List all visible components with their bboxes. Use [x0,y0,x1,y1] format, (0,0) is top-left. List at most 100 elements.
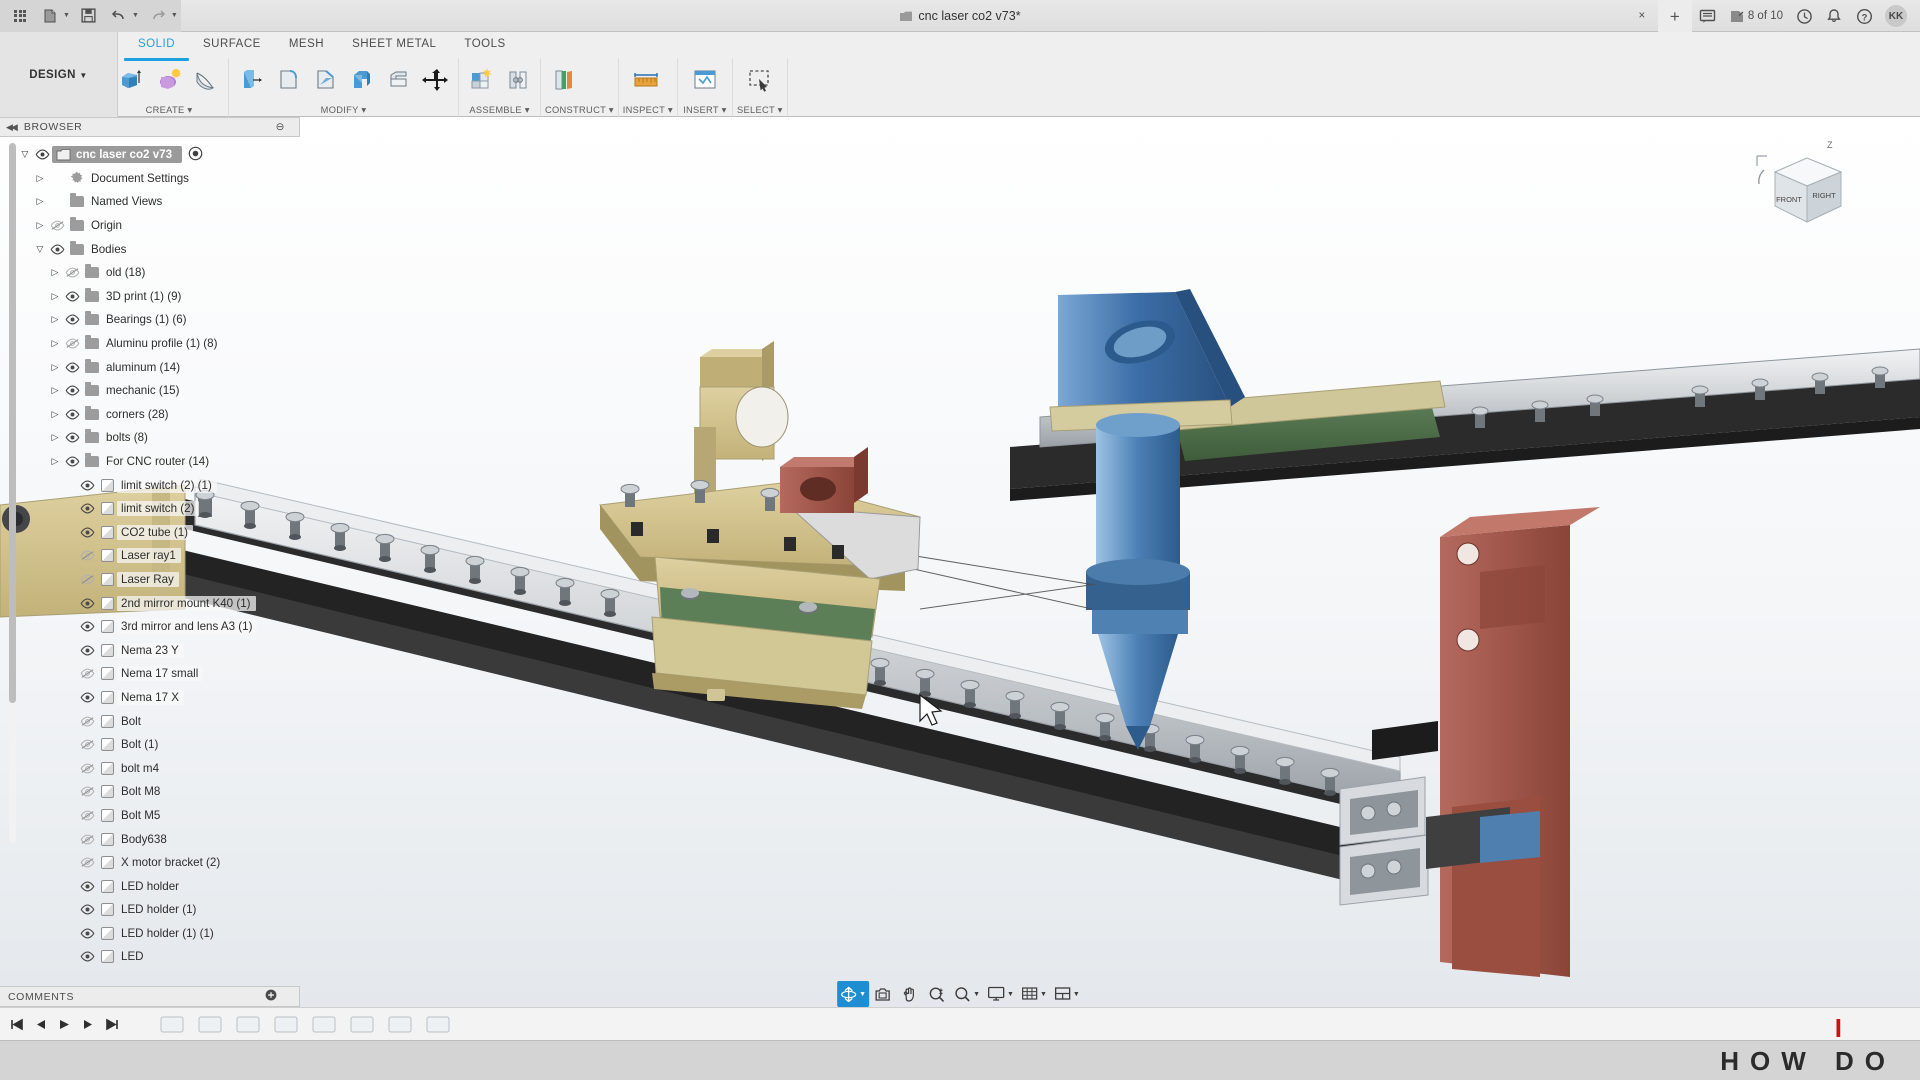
save-icon[interactable] [75,3,103,29]
redo-dropdown-caret[interactable]: ▼ [171,12,181,19]
view-cube[interactable]: Z FRONT RIGHT [1745,132,1865,242]
expand-arrow[interactable]: ▷ [48,267,62,278]
visibility-toggle-icon[interactable] [47,220,67,231]
measure-icon[interactable] [623,60,669,100]
tree-item-led-holder[interactable]: LED holder [0,874,300,898]
tab-solid[interactable]: SOLID [124,34,190,61]
visibility-toggle-icon[interactable] [77,951,97,962]
fillet-icon[interactable] [270,60,306,100]
tab-mesh[interactable]: MESH [275,34,338,61]
tab-surface[interactable]: SURFACE [189,34,275,61]
look-at-tool[interactable] [870,981,896,1007]
root-component[interactable]: cnc laser co2 v73 [52,146,183,164]
tree-item-named-views[interactable]: ▷ Named Views [0,190,300,214]
tab-tools[interactable]: TOOLS [450,34,519,61]
display-settings-tool[interactable]: ▼ [984,981,1017,1007]
file-dropdown-caret[interactable]: ▼ [63,12,73,19]
visibility-toggle-icon[interactable] [77,739,97,750]
tree-item-bolts-8[interactable]: ▷ bolts (8) [0,426,300,450]
tree-item-document-settings[interactable]: ▷ Document Settings [0,167,300,191]
tree-item-bodies[interactable]: ▷ Bodies [0,237,300,261]
visibility-toggle-icon[interactable] [62,267,82,278]
joint-icon[interactable] [500,60,536,100]
panel-construct-label[interactable]: CONSTRUCT ▾ [545,103,614,117]
visibility-toggle-icon[interactable] [77,810,97,821]
root-expand-arrow[interactable]: ▷ [20,148,31,162]
tree-item-bolt-m5[interactable]: Bolt M5 [0,804,300,828]
step-back-icon[interactable] [29,1013,51,1035]
help-icon[interactable]: ? [1850,2,1878,30]
chamfer-icon[interactable] [307,60,343,100]
expand-arrow[interactable]: ▷ [33,173,47,184]
visibility-toggle-icon[interactable] [77,621,97,632]
panel-select-label[interactable]: SELECT ▾ [737,103,783,117]
tab-sheet-metal[interactable]: SHEET METAL [338,34,450,61]
comments-bar[interactable]: COMMENTS [0,986,300,1007]
grid-snaps-tool[interactable]: ▼ [1018,981,1050,1007]
tree-item-bolt-m4[interactable]: bolt m4 [0,756,300,780]
browser-minimize-icon[interactable]: ⊖ [276,121,299,133]
viewports-tool[interactable]: ▼ [1051,981,1083,1007]
comment-icon[interactable] [1694,2,1722,30]
tree-item-co2-tube-1[interactable]: CO2 tube (1) [0,521,300,545]
visibility-toggle-icon[interactable] [77,857,97,868]
panel-create-label[interactable]: CREATE ▾ [114,103,224,117]
tree-item-laser-ray1[interactable]: Laser ray1 [0,544,300,568]
tree-root-row[interactable]: ▷ cnc laser co2 v73 [0,143,300,167]
play-icon[interactable] [53,1013,75,1035]
grid-caret[interactable]: ▼ [1040,991,1047,998]
bell-icon[interactable] [1820,2,1848,30]
panel-insert-label[interactable]: INSERT ▾ [682,103,728,117]
tree-item-nema-17-small[interactable]: Nema 17 small [0,662,300,686]
collapse-icon[interactable]: ◀◀ [6,122,18,133]
tree-item-led-holder-1-1[interactable]: LED holder (1) (1) [0,922,300,946]
visibility-toggle-icon[interactable] [77,527,97,538]
tree-item-limit-switch-2-1[interactable]: limit switch (2) (1) [0,473,300,497]
tree-item-limit-switch-2[interactable]: limit switch (2) [0,497,300,521]
expand-arrow[interactable]: ▷ [48,291,62,302]
visibility-toggle-icon[interactable] [47,244,67,255]
tree-item-2nd-mirror-mount-k40-1[interactable]: 2nd mirror mount K40 (1) [0,591,300,615]
visibility-toggle-icon[interactable] [62,314,82,325]
panel-assemble-label[interactable]: ASSEMBLE ▾ [463,103,536,117]
panel-inspect-label[interactable]: INSPECT ▾ [623,103,673,117]
tree-item-for-cnc-router-14[interactable]: ▷ For CNC router (14) [0,450,300,474]
expand-arrow[interactable]: ▷ [48,409,62,420]
tree-item-led[interactable]: LED [0,945,300,969]
visibility-toggle-icon[interactable] [62,385,82,396]
tree-item-nema-23-y[interactable]: Nema 23 Y [0,638,300,662]
tree-item-x-motor-bracket-2[interactable]: X motor bracket (2) [0,851,300,875]
display-caret[interactable]: ▼ [1007,991,1014,998]
expand-arrow[interactable]: ▷ [33,196,47,207]
visibility-toggle-icon[interactable] [77,645,97,656]
tree-item-nema-17-x[interactable]: Nema 17 X [0,686,300,710]
undo-dropdown-caret[interactable]: ▼ [132,12,142,19]
tree-item-origin[interactable]: ▷ Origin [0,214,300,238]
expand-arrow[interactable]: ▷ [48,362,62,373]
file-icon[interactable] [36,3,64,29]
revolve-icon[interactable] [151,60,187,100]
tree-item-body638[interactable]: Body638 [0,827,300,851]
visibility-toggle-icon[interactable] [62,409,82,420]
loft-icon[interactable] [188,60,224,100]
visibility-toggle-icon[interactable] [77,881,97,892]
plus-circle-icon[interactable] [265,989,291,1004]
visibility-toggle-icon[interactable] [77,716,97,727]
version-counter[interactable]: 8 of 10 [1724,2,1788,30]
visibility-toggle-icon[interactable] [62,456,82,467]
root-activate-icon[interactable] [188,146,203,164]
fit-caret[interactable]: ▼ [973,991,980,998]
workspace-switcher[interactable]: DESIGN ▼ [0,32,118,117]
visibility-toggle-icon[interactable] [77,834,97,845]
tree-item-corners-28[interactable]: ▷ corners (28) [0,403,300,427]
draft-icon[interactable] [381,60,417,100]
expand-arrow[interactable]: ▷ [48,456,62,467]
expand-arrow[interactable]: ▷ [48,338,62,349]
tree-item-mechanic-15[interactable]: ▷ mechanic (15) [0,379,300,403]
root-visibility-icon[interactable] [32,149,52,160]
visibility-toggle-icon[interactable] [77,786,97,797]
visibility-toggle-icon[interactable] [77,598,97,609]
orbit-tool[interactable]: ▼ [837,981,870,1007]
shell-icon[interactable] [344,60,380,100]
visibility-toggle-icon[interactable] [77,763,97,774]
